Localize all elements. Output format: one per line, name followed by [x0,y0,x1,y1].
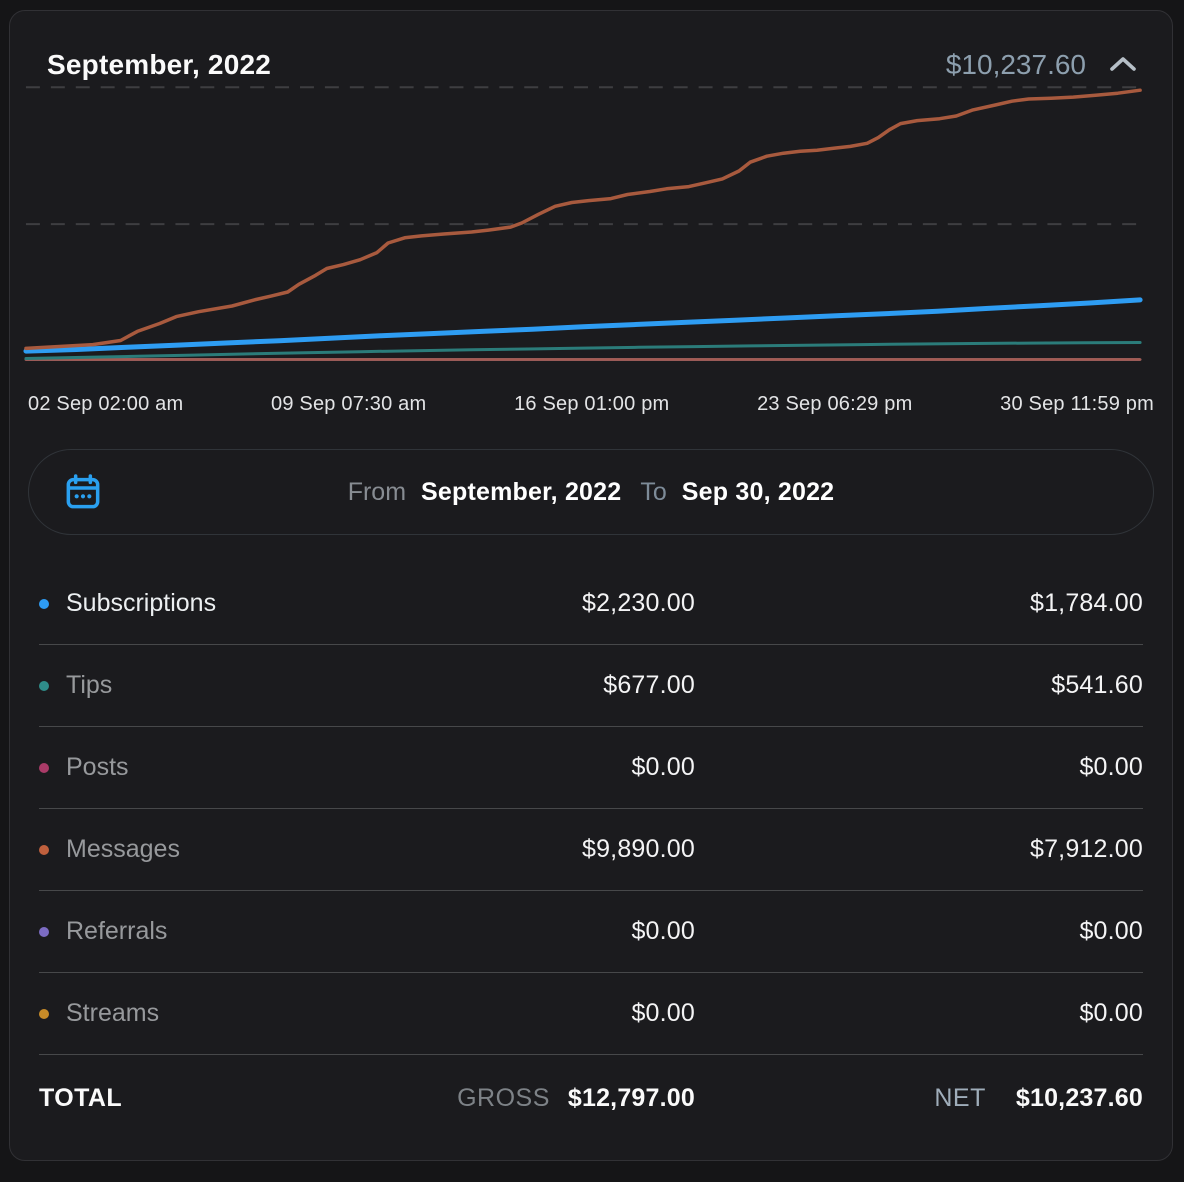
row-net-value: $0.00 [695,917,1143,946]
x-axis-tick-label: 30 Sep 11:59 pm [1000,393,1154,416]
earnings-line-chart [10,79,1172,371]
row-label: Streams [66,999,159,1028]
series-dot-icon [39,599,49,609]
row-net-value: $7,912.00 [695,835,1143,864]
x-axis-tick-label: 23 Sep 06:29 pm [757,393,912,416]
row-gross-value: $677.00 [603,671,695,700]
row-gross-value: $0.00 [631,753,695,782]
date-range-picker[interactable]: From September, 2022 To Sep 30, 2022 [28,449,1154,535]
gross-caption: GROSS [457,1084,550,1113]
table-row-tips: Tips $677.00$541.60 [39,645,1143,727]
table-row-streams: Streams $0.00$0.00 [39,973,1143,1055]
earnings-statement-card: September, 2022 $10,237.60 02 Sep 02:00 … [9,10,1173,1161]
series-dot-icon [39,1009,49,1019]
row-label: Tips [66,671,112,700]
x-axis-labels: 02 Sep 02:00 am 09 Sep 07:30 am 16 Sep 01:… [28,393,1154,416]
net-total-value: $10,237.60 [1016,1084,1143,1113]
series-dot-icon [39,681,49,691]
gross-total-value: $12,797.00 [568,1084,695,1113]
row-net-value: $1,784.00 [695,589,1143,618]
row-gross-value: $2,230.00 [582,589,695,618]
to-label: To [640,478,666,507]
statement-header: September, 2022 $10,237.60 [47,49,1138,81]
row-label: Posts [66,753,129,782]
chevron-up-icon [1108,55,1138,76]
total-row: TOTAL GROSS $12,797.00 NET $10,237.60 [39,1055,1143,1141]
row-net-value: $541.60 [695,671,1143,700]
to-value: Sep 30, 2022 [682,478,835,507]
table-row-posts: Posts $0.00$0.00 [39,727,1143,809]
earnings-breakdown-table: Subscriptions $2,230.00$1,784.00 Tips $677.… [39,563,1143,1141]
series-dot-icon [39,763,49,773]
date-range-text: From September, 2022 To Sep 30, 2022 [348,478,835,507]
table-row-subscriptions: Subscriptions $2,230.00$1,784.00 [39,563,1143,645]
total-label: TOTAL [39,1084,122,1113]
table-row-referrals: Referrals $0.00$0.00 [39,891,1143,973]
row-label: Messages [66,835,180,864]
net-caption: NET [934,1084,986,1113]
period-net-amount: $10,237.60 [946,49,1086,81]
row-net-value: $0.00 [695,753,1143,782]
table-row-messages: Messages $9,890.00$7,912.00 [39,809,1143,891]
row-gross-value: $0.00 [631,917,695,946]
x-axis-tick-label: 09 Sep 07:30 am [271,393,426,416]
row-gross-value: $0.00 [631,999,695,1028]
from-value: September, 2022 [421,478,621,507]
row-label: Subscriptions [66,589,216,618]
collapse-button[interactable] [1108,55,1138,76]
row-net-value: $0.00 [695,999,1143,1028]
row-gross-value: $9,890.00 [582,835,695,864]
series-dot-icon [39,845,49,855]
row-label: Referrals [66,917,167,946]
from-label: From [348,478,406,507]
series-dot-icon [39,927,49,937]
calendar-icon [63,472,103,512]
x-axis-tick-label: 16 Sep 01:00 pm [514,393,669,416]
x-axis-tick-label: 02 Sep 02:00 am [28,393,183,416]
period-title: September, 2022 [47,49,271,81]
